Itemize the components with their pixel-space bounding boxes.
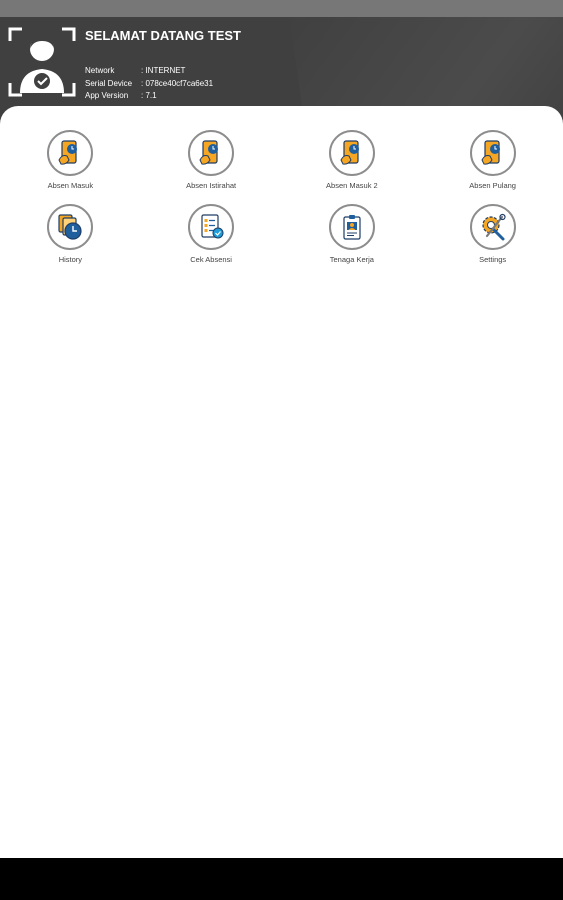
serial-row: Serial Device : 078ce40cf7ca6e31 bbox=[85, 78, 213, 91]
menu-icon-circle bbox=[47, 130, 94, 176]
phone-clock-icon bbox=[481, 140, 500, 165]
menu-card: Absen Masuk Absen Istirahat Absen Masuk … bbox=[0, 106, 563, 858]
phone-clock-icon bbox=[58, 140, 78, 165]
phone-clock-icon bbox=[340, 140, 359, 165]
menu-icon-circle bbox=[328, 204, 375, 250]
menu-cek-absensi[interactable]: Cek Absensi bbox=[141, 204, 282, 264]
menu-label: Settings bbox=[479, 255, 507, 264]
menu-label: Absen Pulang bbox=[469, 181, 516, 190]
serial-value: : 078ce40cf7ca6e31 bbox=[141, 78, 214, 88]
menu-icon-circle bbox=[47, 204, 94, 250]
menu-label: History bbox=[58, 255, 83, 264]
network-value: : INTERNET bbox=[141, 66, 186, 75]
id-card-icon bbox=[343, 215, 361, 240]
checklist-icon bbox=[201, 214, 224, 239]
menu-icon-circle bbox=[188, 204, 235, 250]
menu-label: Tenaga Kerja bbox=[329, 255, 374, 264]
menu-absen-istirahat[interactable]: Absen Istirahat bbox=[141, 130, 282, 190]
menu-icon-circle bbox=[469, 130, 516, 176]
menu-absen-pulang[interactable]: Absen Pulang bbox=[422, 130, 563, 190]
face-scan-logo-icon bbox=[8, 27, 76, 97]
menu-grid: Absen Masuk Absen Istirahat Absen Masuk … bbox=[0, 130, 563, 264]
gear-tools-icon bbox=[482, 213, 506, 241]
menu-label: Absen Istirahat bbox=[186, 181, 237, 190]
version-key: App Version bbox=[85, 91, 129, 100]
phone-clock-icon bbox=[199, 140, 219, 165]
serial-key: Serial Device bbox=[85, 78, 133, 88]
menu-icon-circle bbox=[188, 130, 235, 176]
network-row: Network : INTERNET bbox=[85, 65, 213, 78]
navigation-bar bbox=[0, 858, 563, 900]
network-key: Network bbox=[85, 66, 115, 75]
menu-label: Cek Absensi bbox=[190, 255, 232, 264]
menu-history[interactable]: History bbox=[0, 204, 141, 264]
menu-icon-circle bbox=[469, 204, 516, 250]
version-row: App Version : 7.1 bbox=[85, 90, 213, 103]
menu-absen-masuk[interactable]: Absen Masuk bbox=[0, 130, 141, 190]
welcome-title: SELAMAT DATANG TEST bbox=[85, 28, 241, 43]
menu-label: Absen Masuk 2 bbox=[326, 181, 378, 190]
menu-absen-masuk-2[interactable]: Absen Masuk 2 bbox=[282, 130, 423, 190]
menu-icon-circle bbox=[328, 130, 375, 176]
history-clock-icon bbox=[58, 214, 82, 240]
device-info: Network : INTERNET Serial Device : 078ce… bbox=[85, 65, 213, 103]
version-value: : 7.1 bbox=[141, 91, 157, 100]
status-bar bbox=[0, 0, 563, 17]
menu-settings[interactable]: Settings bbox=[422, 204, 563, 264]
menu-tenaga-kerja[interactable]: Tenaga Kerja bbox=[282, 204, 423, 264]
menu-label: Absen Masuk bbox=[47, 181, 94, 190]
